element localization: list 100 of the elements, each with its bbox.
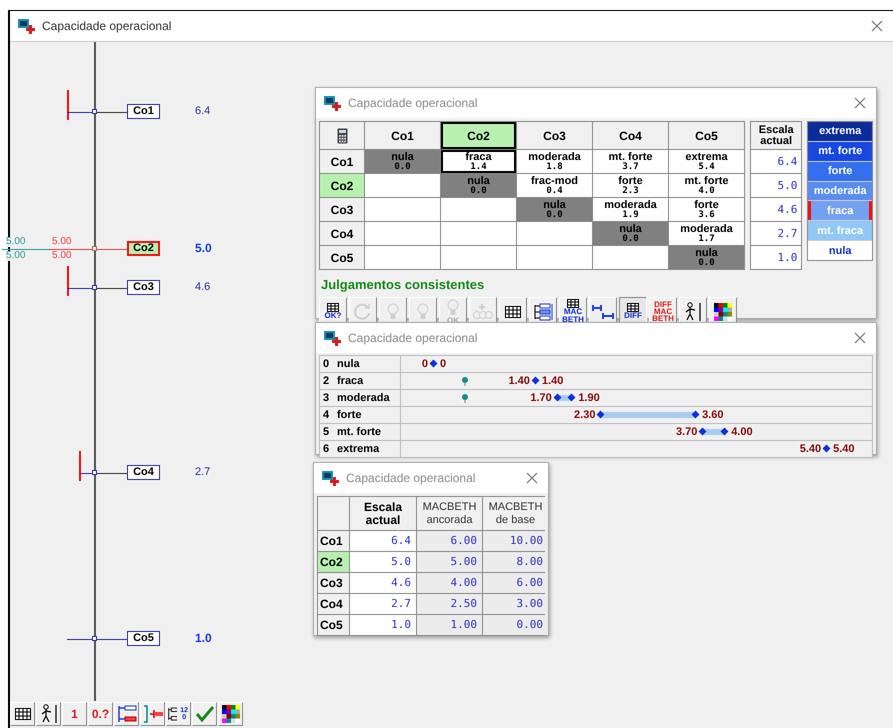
option-score: 4.6: [195, 280, 210, 295]
level-label: fraca: [337, 373, 401, 389]
level-label: forte: [337, 407, 401, 423]
tree-icon: [116, 704, 138, 724]
judgement-cell[interactable]: moderada 1.8: [517, 150, 592, 173]
column-header[interactable]: Co4: [593, 122, 668, 149]
bulb-icon: [416, 302, 430, 320]
text-button[interactable]: 1: [62, 702, 87, 726]
option-score: 2.7: [195, 465, 210, 480]
toolbar-button[interactable]: [10, 702, 35, 726]
close-icon[interactable]: [854, 97, 866, 109]
option-label[interactable]: Co4: [127, 465, 160, 480]
palette-icon: [222, 705, 240, 723]
option-label[interactable]: Co2: [127, 240, 160, 256]
judgement-cell[interactable]: nula 0.0: [365, 150, 440, 173]
grid-icon: [567, 299, 579, 308]
row-header[interactable]: Co5: [320, 246, 364, 269]
judgement-cell[interactable]: forte 2.3: [593, 174, 668, 197]
judgement-cell[interactable]: fraca 1.4: [441, 150, 516, 173]
table-cell: 3.00: [483, 594, 548, 614]
range-high: 5.40: [833, 442, 855, 456]
interval-icon: [592, 302, 614, 320]
judgement-cell[interactable]: moderada 1.9: [593, 198, 668, 221]
table-cell: 2.7: [350, 594, 416, 614]
table-cell: 5.0: [350, 552, 416, 572]
judgement-cell[interactable]: nula 0.0: [441, 174, 516, 197]
judgement-cell[interactable]: forte 3.6: [669, 198, 744, 221]
column-header[interactable]: Co3: [517, 122, 592, 149]
toolbar-button[interactable]: [218, 702, 243, 726]
refresh-icon: [354, 302, 372, 320]
judgement-cell[interactable]: nula 0.0: [593, 222, 668, 245]
row-header[interactable]: Co5: [318, 615, 349, 635]
judgement-cell[interactable]: mt. forte 3.7: [593, 150, 668, 173]
range-low: 1.70: [530, 391, 552, 405]
judgement-cell[interactable]: nula 0.0: [669, 246, 744, 269]
row-header[interactable]: Co1: [318, 531, 349, 551]
range-high: 1.90: [578, 391, 600, 405]
scale-level[interactable]: extrema: [808, 122, 872, 141]
scale-level[interactable]: forte: [808, 162, 872, 181]
judgement-cell[interactable]: extrema 5.4: [669, 150, 744, 173]
table-cell: 6.00: [417, 531, 482, 551]
toolbar-button[interactable]: [114, 702, 139, 726]
range-low: 1.40: [508, 374, 530, 388]
app-icon: [18, 18, 36, 34]
range-high: 3.60: [702, 408, 724, 422]
judgement-cell[interactable]: moderada 1.7: [669, 222, 744, 245]
column-header: MACBETH ancorada: [417, 497, 482, 530]
level-index: 0: [322, 358, 330, 370]
table-cell: 4.00: [417, 573, 482, 593]
table-cell: 4.6: [350, 573, 416, 593]
bulbs-icon: [472, 302, 494, 320]
judgement-cell[interactable]: mt. forte 4.0: [669, 174, 744, 197]
close-icon[interactable]: [526, 472, 538, 484]
option-label[interactable]: Co3: [127, 280, 160, 295]
window-title: Capacidade operacional: [346, 471, 476, 485]
option-score: 6.4: [195, 104, 210, 119]
grid-icon: [14, 708, 30, 720]
text-button[interactable]: 0.?: [88, 702, 113, 726]
toolbar-button[interactable]: [36, 702, 61, 726]
judgement-cell[interactable]: nula 0.0: [517, 198, 592, 221]
range-low: 0: [422, 357, 428, 371]
column-header[interactable]: Co2: [441, 122, 516, 149]
bulb-icon: [386, 302, 400, 320]
table-cell: 1.0: [350, 615, 416, 635]
table-cell: 0.00: [483, 615, 548, 635]
table-cell: 6.00: [483, 573, 548, 593]
row-header[interactable]: Co3: [320, 198, 364, 221]
option-label[interactable]: Co1: [127, 104, 160, 119]
row-header[interactable]: Co2: [318, 552, 349, 572]
row-header[interactable]: Co4: [318, 594, 349, 614]
close-icon[interactable]: [854, 332, 866, 344]
scale-value: 1.0: [751, 246, 802, 269]
level-index: 6: [322, 443, 330, 455]
level-index: 2: [322, 375, 330, 387]
app-icon: [324, 330, 342, 346]
grid-icon: [505, 306, 521, 318]
option-score: 1.0: [195, 631, 212, 646]
scale-level[interactable]: mt. forte: [808, 142, 872, 161]
row-header[interactable]: Co4: [320, 222, 364, 245]
close-icon[interactable]: [871, 20, 883, 32]
table-cell: 2.50: [417, 594, 482, 614]
judgement-cell[interactable]: frac-mod 0.4: [517, 174, 592, 197]
grid-icon: [327, 303, 339, 312]
column-header[interactable]: Co1: [365, 122, 440, 149]
column-header: MACBETH de base: [483, 497, 548, 530]
range-high: 1.40: [542, 374, 564, 388]
axis-value-label: 5.00: [6, 250, 26, 261]
column-header[interactable]: Co5: [669, 122, 744, 149]
table-cell: 5.00: [417, 552, 482, 572]
row-header[interactable]: Co1: [320, 150, 364, 173]
scale-level[interactable]: nula: [808, 241, 872, 260]
status-message: Julgamentos consistentes: [320, 276, 486, 294]
row-header[interactable]: Co3: [318, 573, 349, 593]
row-header[interactable]: Co2: [320, 174, 364, 197]
walking-figure-icon: [683, 302, 703, 322]
table-cell: 1.00: [417, 615, 482, 635]
range-low: 2.30: [574, 408, 596, 422]
app-icon: [322, 470, 340, 486]
option-label[interactable]: Co5: [127, 631, 160, 646]
scale-value: 2.7: [751, 222, 802, 245]
